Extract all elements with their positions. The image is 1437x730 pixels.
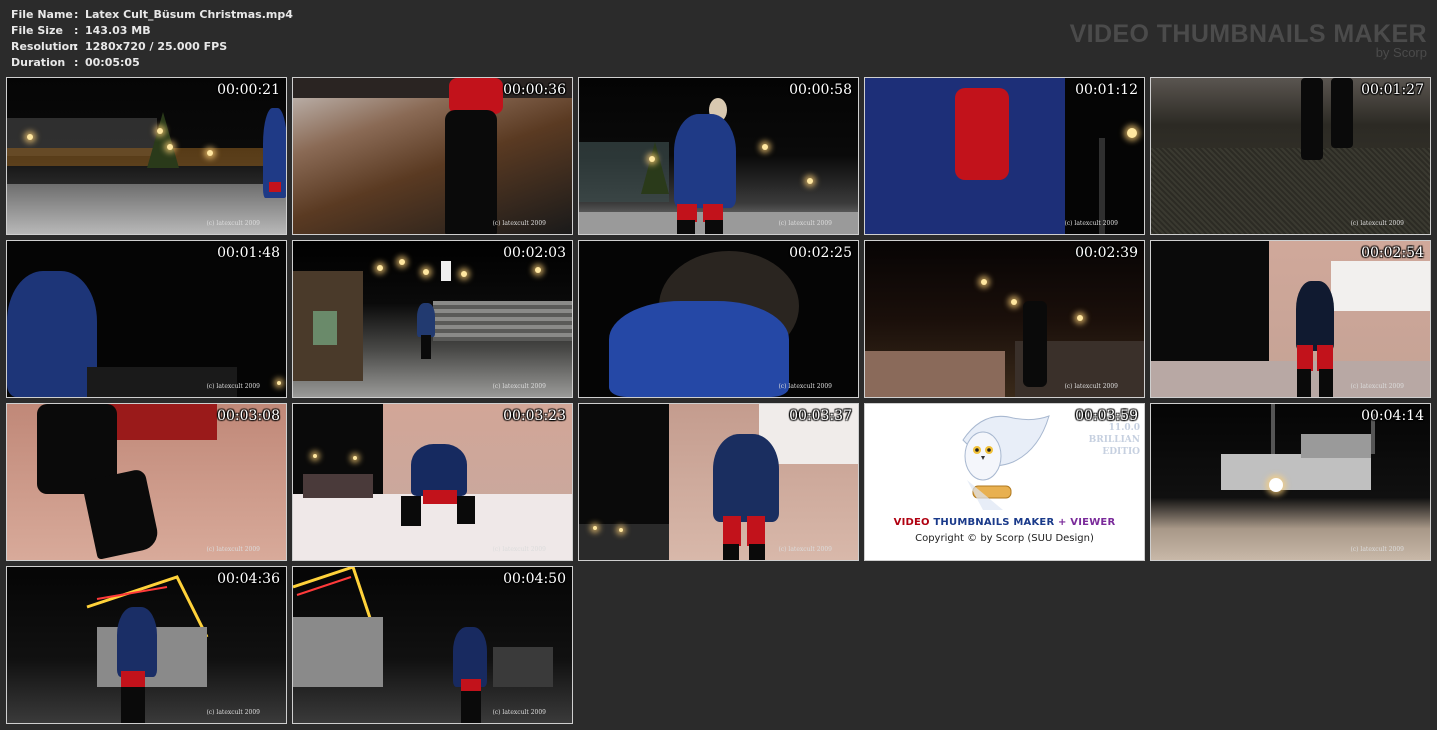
ad-edition-b: EDITIO xyxy=(1102,447,1140,457)
thumbnail-timestamp: 00:00:36 xyxy=(503,82,566,98)
info-key: Resolution xyxy=(11,40,78,53)
thumbnail-watermark: (c) latexcult 2009 xyxy=(492,220,546,227)
info-colon: : xyxy=(74,56,79,69)
info-key: File Name xyxy=(11,8,73,21)
thumbnail-watermark: (c) latexcult 2009 xyxy=(1350,546,1404,553)
thumbnail-watermark: (c) latexcult 2009 xyxy=(206,546,260,553)
info-colon: : xyxy=(74,8,79,21)
thumbnail-watermark: (c) latexcult 2009 xyxy=(778,220,832,227)
ad-edition-a: BRILLIAN xyxy=(1088,435,1140,445)
thumbnail-timestamp: 00:02:03 xyxy=(503,245,566,261)
thumbnail-frame[interactable]: 00:01:48 (c) latexcult 2009 xyxy=(6,240,287,398)
thumbnail-timestamp: 00:01:48 xyxy=(217,245,280,261)
thumbnail-watermark: (c) latexcult 2009 xyxy=(492,546,546,553)
thumbnail-timestamp: 00:02:25 xyxy=(789,245,852,261)
owl-logo-icon xyxy=(962,415,1050,510)
file-info-panel: File Name: Latex Cult_Büsum Christmas.mp4… xyxy=(11,7,293,71)
ad-title-c: + VIEWER xyxy=(1058,517,1116,528)
thumbnail-frame[interactable]: 00:02:03 (c) latexcult 2009 xyxy=(292,240,573,398)
thumbnail-timestamp: 00:03:23 xyxy=(503,408,566,424)
thumbnail-frame[interactable]: 00:04:50 (c) latexcult 2009 xyxy=(292,566,573,724)
thumbnail-frame[interactable]: 00:01:12 (c) latexcult 2009 xyxy=(864,77,1145,235)
thumbnail-timestamp: 00:03:59 xyxy=(1075,408,1138,424)
thumbnail-frame[interactable]: 00:00:58 (c) latexcult 2009 xyxy=(578,77,859,235)
info-colon: : xyxy=(74,40,79,53)
thumbnail-frame[interactable]: 00:00:21 (c) latexcult 2009 xyxy=(6,77,287,235)
thumbnail-frame[interactable]: 00:02:39 (c) latexcult 2009 xyxy=(864,240,1145,398)
ad-title: VIDEO THUMBNAILS MAKER + VIEWER xyxy=(865,517,1144,528)
thumbnail-timestamp: 00:03:08 xyxy=(217,408,280,424)
thumbnail-frame[interactable]: 00:01:27 (c) latexcult 2009 xyxy=(1150,77,1431,235)
thumbnail-watermark: (c) latexcult 2009 xyxy=(778,546,832,553)
thumbnail-frame[interactable]: 11.0.0 BRILLIAN EDITIO VIDEO THUMBNAILS MA… xyxy=(864,403,1145,561)
info-key: Duration xyxy=(11,56,66,69)
brand-logo: VIDEO THUMBNAILS MAKER by Scorp xyxy=(1070,21,1427,59)
thumbnail-watermark: (c) latexcult 2009 xyxy=(1064,220,1118,227)
thumbnail-timestamp: 00:04:36 xyxy=(217,571,280,587)
thumbnail-frame[interactable]: 00:03:08 (c) latexcult 2009 xyxy=(6,403,287,561)
thumbnail-frame[interactable]: 00:03:37 (c) latexcult 2009 xyxy=(578,403,859,561)
file-info-row: File Size:143.03 MB xyxy=(11,23,293,39)
thumbnail-watermark: (c) latexcult 2009 xyxy=(778,383,832,390)
thumbnail-watermark: (c) latexcult 2009 xyxy=(492,383,546,390)
thumbnail-watermark: (c) latexcult 2009 xyxy=(492,709,546,716)
thumbnail-frame[interactable]: 00:02:54 (c) latexcult 2009 xyxy=(1150,240,1431,398)
thumbnail-timestamp: 00:02:54 xyxy=(1361,245,1424,261)
thumbnail-timestamp: 00:02:39 xyxy=(1075,245,1138,261)
thumbnail-watermark: (c) latexcult 2009 xyxy=(206,383,260,390)
thumbnail-watermark: (c) latexcult 2009 xyxy=(1350,383,1404,390)
info-value: 00:05:05 xyxy=(85,56,140,69)
info-value: 143.03 MB xyxy=(85,24,151,37)
info-colon: : xyxy=(74,24,79,37)
info-value: 1280x720 / 25.000 FPS xyxy=(85,40,228,53)
ad-title-b: THUMBNAILS MAKER xyxy=(933,517,1055,528)
thumbnail-frame[interactable]: 00:02:25 (c) latexcult 2009 xyxy=(578,240,859,398)
thumbnail-timestamp: 00:04:14 xyxy=(1361,408,1424,424)
thumbnail-frame[interactable]: 00:03:23 (c) latexcult 2009 xyxy=(292,403,573,561)
file-info-row: File Name: Latex Cult_Büsum Christmas.mp4 xyxy=(11,7,293,23)
brand-title: VIDEO THUMBNAILS MAKER xyxy=(1069,20,1427,48)
ad-copyright: Copyright © by Scorp (SUU Design) xyxy=(915,533,1094,544)
thumbnail-watermark: (c) latexcult 2009 xyxy=(1064,383,1118,390)
thumbnail-watermark: (c) latexcult 2009 xyxy=(206,709,260,716)
thumbnail-watermark: (c) latexcult 2009 xyxy=(206,220,260,227)
thumbnail-frame[interactable]: 00:00:36 (c) latexcult 2009 xyxy=(292,77,573,235)
thumbnail-timestamp: 00:01:12 xyxy=(1075,82,1138,98)
ad-version: 11.0.0 BRILLIAN EDITIO xyxy=(1089,422,1140,458)
thumbnail-timestamp: 00:01:27 xyxy=(1361,82,1424,98)
thumbnail-frame[interactable]: 00:04:14 (c) latexcult 2009 xyxy=(1150,403,1431,561)
thumbnail-timestamp: 00:00:58 xyxy=(789,82,852,98)
info-value: Latex Cult_Büsum Christmas.mp4 xyxy=(85,8,293,21)
thumbnail-timestamp: 00:03:37 xyxy=(789,408,852,424)
info-key: File Size xyxy=(11,24,63,37)
file-info-row: Resolution:1280x720 / 25.000 FPS xyxy=(11,39,293,55)
thumbnail-timestamp: 00:04:50 xyxy=(503,571,566,587)
file-info-row: Duration:00:05:05 xyxy=(11,55,293,71)
thumbnail-watermark: (c) latexcult 2009 xyxy=(1350,220,1404,227)
ad-title-a: VIDEO xyxy=(893,517,930,528)
thumbnail-frame[interactable]: 00:04:36 (c) latexcult 2009 xyxy=(6,566,287,724)
thumbnail-timestamp: 00:00:21 xyxy=(217,82,280,98)
